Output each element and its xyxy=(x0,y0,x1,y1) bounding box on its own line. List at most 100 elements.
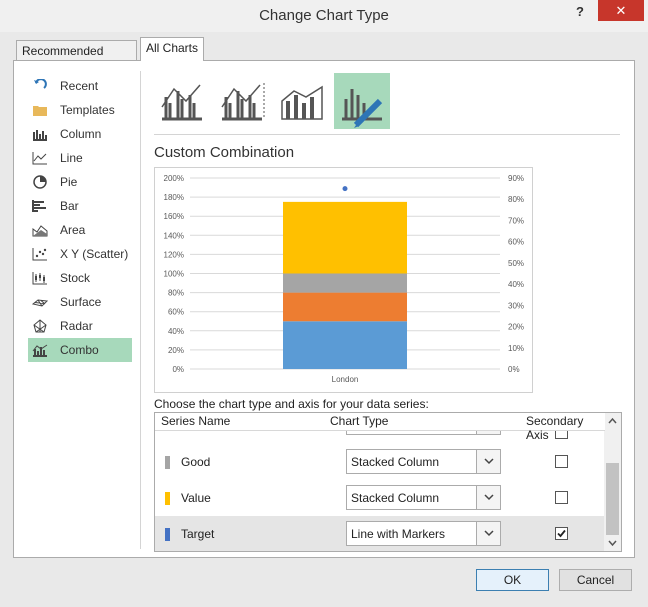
dropdown-arrow[interactable] xyxy=(476,486,500,509)
chart-category-list: Recent Templates Column Line Pie Bar Are… xyxy=(28,74,132,362)
line-chart-icon xyxy=(32,152,47,165)
sidebar-item-label: X Y (Scatter) xyxy=(60,247,129,261)
y-tick-label: 0% xyxy=(172,365,184,374)
sidebar-item-line[interactable]: Line xyxy=(28,146,132,170)
secondary-axis-checkbox[interactable] xyxy=(555,455,568,468)
chart-type-value: Stacked Column xyxy=(351,455,440,469)
series-row-value[interactable]: Value Stacked Column xyxy=(155,480,605,516)
y-tick-label: 120% xyxy=(164,250,184,259)
scroll-up-icon[interactable] xyxy=(604,413,621,429)
series-name: Good xyxy=(181,455,211,469)
y-tick-label: 80% xyxy=(168,289,184,298)
scroll-down-icon[interactable] xyxy=(604,535,621,551)
sidebar-item-column[interactable]: Column xyxy=(28,122,132,146)
chart-type-select[interactable]: Stacked Column xyxy=(346,485,501,510)
sidebar-item-label: Column xyxy=(60,127,102,141)
combo-chart-icon xyxy=(32,344,48,357)
templates-icon xyxy=(33,106,47,116)
close-button[interactable]: ✕ xyxy=(598,0,644,21)
chevron-down-icon xyxy=(484,494,494,501)
sidebar-item-templates[interactable]: Templates xyxy=(28,98,132,122)
y2-tick-label: 40% xyxy=(508,280,524,289)
all-charts-panel: Recent Templates Column Line Pie Bar Are… xyxy=(13,60,635,558)
pie-chart-icon xyxy=(33,175,47,189)
sidebar-item-label: Pie xyxy=(60,175,78,189)
tab-all-charts[interactable]: All Charts xyxy=(140,37,204,61)
y-tick-label: 40% xyxy=(168,327,184,336)
sidebar-item-stock[interactable]: Stock xyxy=(28,266,132,290)
y2-tick-label: 10% xyxy=(508,344,524,353)
sidebar-item-label: Area xyxy=(60,223,86,237)
series-row-good[interactable]: Good Stacked Column xyxy=(155,444,605,480)
title-bar: Change Chart Type ? ✕ xyxy=(0,0,648,32)
y2-tick-label: 30% xyxy=(508,301,524,310)
dropdown-arrow[interactable] xyxy=(476,450,500,473)
series-list-scrollbar[interactable] xyxy=(604,413,621,551)
cancel-button[interactable]: Cancel xyxy=(559,569,632,591)
x-tick-label: London xyxy=(332,375,359,384)
sidebar-item-label: Templates xyxy=(60,103,115,117)
tab-recommended-charts[interactable]: Recommended Charts xyxy=(16,40,137,78)
chart-type-select[interactable]: Stacked Column xyxy=(346,449,501,474)
sidebar-item-radar[interactable]: Radar xyxy=(28,314,132,338)
sidebar-item-label: Bar xyxy=(60,199,79,213)
chart-type-value: Stacked Column xyxy=(351,491,440,505)
scrollbar-thumb[interactable] xyxy=(606,463,619,535)
series-row-target[interactable]: Target Line with Markers xyxy=(155,516,605,551)
y2-tick-label: 80% xyxy=(508,195,524,204)
chevron-down-icon xyxy=(484,530,494,537)
y-tick-label: 100% xyxy=(164,270,184,279)
y2-tick-label: 70% xyxy=(508,216,524,225)
clustered-column-line-secondary-icon xyxy=(221,83,265,121)
section-title: Custom Combination xyxy=(154,144,295,161)
y-tick-label: 60% xyxy=(168,308,184,317)
stacked-bar-segment xyxy=(283,292,407,322)
y-tick-label: 180% xyxy=(164,193,184,202)
sidebar-item-recent[interactable]: Recent xyxy=(28,74,132,98)
checkmark-icon xyxy=(557,529,566,538)
sidebar-item-label: Combo xyxy=(60,343,99,357)
chart-preview: 0% 20% 40% 60% 80% 100% 120% 140% 160% 180% 200% 0%… xyxy=(154,167,533,393)
secondary-axis-checkbox[interactable] xyxy=(555,527,568,540)
subtype-clustered-column-line[interactable] xyxy=(154,73,210,129)
subtype-divider xyxy=(154,134,620,135)
surface-chart-icon xyxy=(32,299,48,307)
sidebar-item-area[interactable]: Area xyxy=(28,218,132,242)
subtype-clustered-column-line-secondary[interactable] xyxy=(214,73,270,129)
chart-type-select[interactable]: Line with Markers xyxy=(346,521,501,546)
sidebar-item-scatter[interactable]: X Y (Scatter) xyxy=(28,242,132,266)
sidebar-item-label: Line xyxy=(60,151,83,165)
radar-chart-icon xyxy=(33,319,47,333)
bar-chart-icon xyxy=(32,200,46,212)
series-color-swatch xyxy=(165,456,170,469)
help-button[interactable]: ? xyxy=(570,2,590,22)
secondary-axis-checkbox[interactable] xyxy=(555,491,568,504)
subtype-custom-combination[interactable] xyxy=(334,73,390,129)
stock-chart-icon xyxy=(32,272,47,285)
subtype-stacked-area-clustered-column[interactable] xyxy=(274,73,330,129)
sidebar-item-bar[interactable]: Bar xyxy=(28,194,132,218)
sidebar-item-surface[interactable]: Surface xyxy=(28,290,132,314)
sidebar-item-pie[interactable]: Pie xyxy=(28,170,132,194)
sidebar-item-label: Surface xyxy=(60,295,102,309)
line-marker-point xyxy=(342,186,348,192)
series-list: Series Name Chart Type Secondary Axis Go… xyxy=(154,412,622,552)
y2-tick-label: 0% xyxy=(508,365,520,374)
y2-tick-label: 60% xyxy=(508,238,524,247)
y2-tick-label: 50% xyxy=(508,259,524,268)
sidebar-item-label: Recent xyxy=(60,79,99,93)
y-tick-label: 140% xyxy=(164,231,184,240)
clustered-column-line-icon xyxy=(161,84,202,121)
y-tick-label: 160% xyxy=(164,212,184,221)
custom-combination-icon xyxy=(342,89,383,128)
series-name: Value xyxy=(181,491,211,505)
sidebar-item-label: Radar xyxy=(60,319,93,333)
series-name: Target xyxy=(181,527,215,541)
ok-button[interactable]: OK xyxy=(476,569,549,591)
header-chart-type: Chart Type xyxy=(330,414,389,428)
y-tick-label: 20% xyxy=(168,346,184,355)
sidebar-item-combo[interactable]: Combo xyxy=(28,338,132,362)
scatter-chart-icon xyxy=(32,248,47,261)
dropdown-arrow[interactable] xyxy=(476,522,500,545)
y2-tick-label: 90% xyxy=(508,174,524,183)
